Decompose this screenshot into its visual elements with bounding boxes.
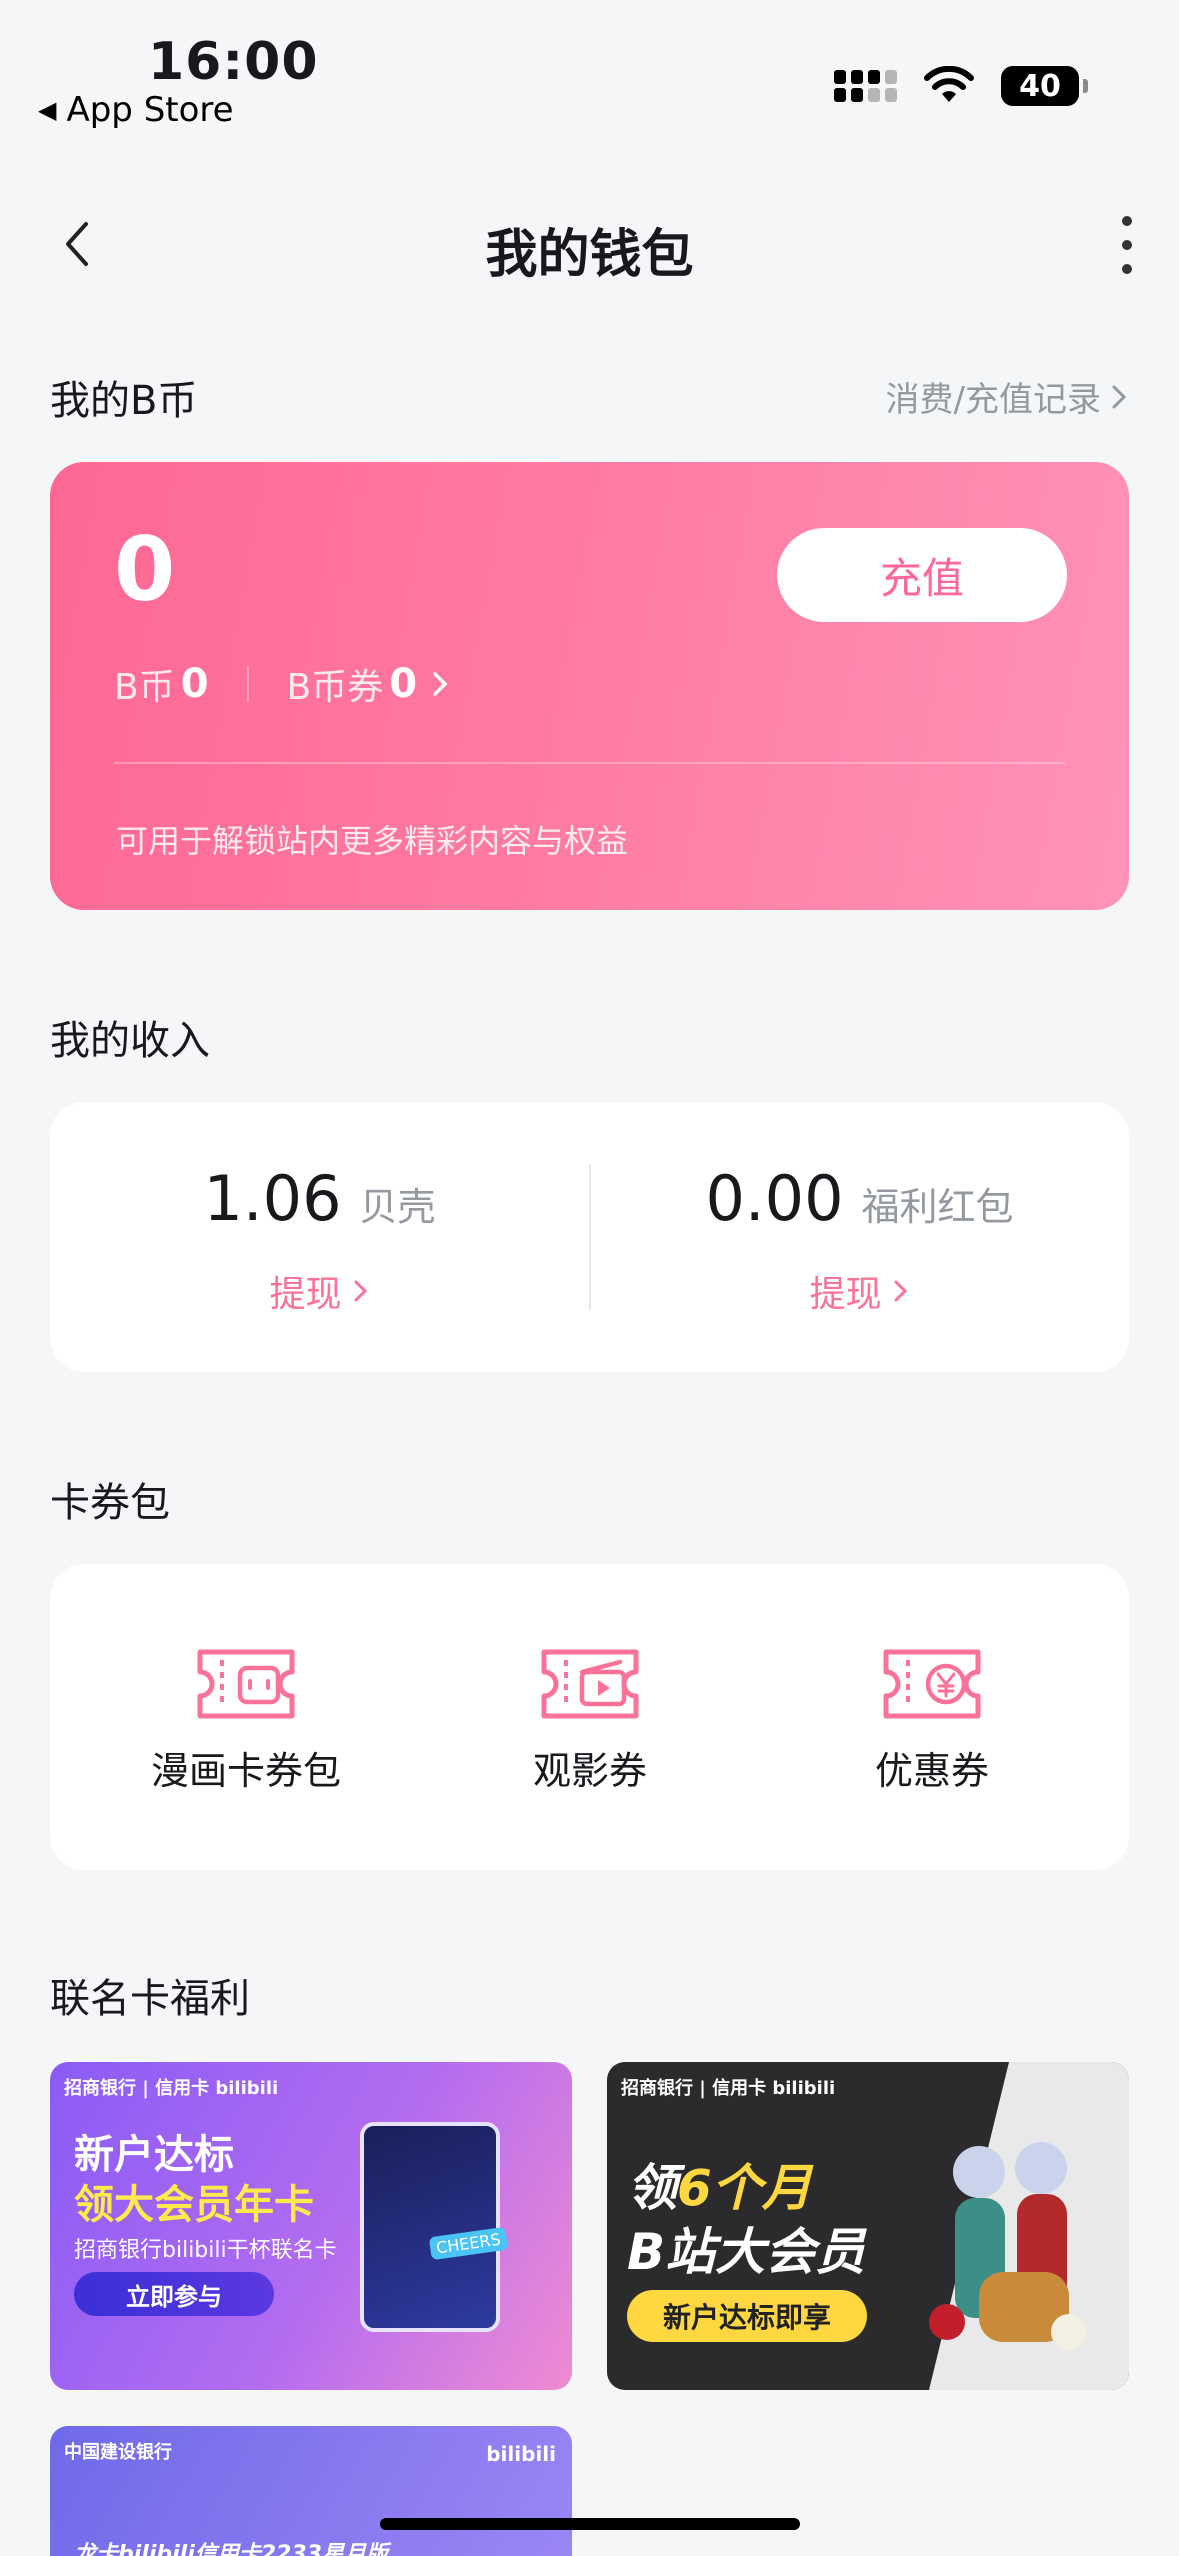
records-link-label: 消费/充值记录 bbox=[885, 380, 1101, 420]
coupon-yen-icon bbox=[883, 1649, 981, 1719]
bcoin-value: 0 bbox=[180, 661, 209, 707]
headline-highlight: 6个月 bbox=[677, 2159, 812, 2217]
voucher-section-title: 卡券包 bbox=[50, 1480, 170, 1526]
bcoin-voucher-value: 0 bbox=[389, 661, 418, 707]
banner-cmb-annual[interactable]: 招商银行 | 信用卡 bilibili 新户达标 领大会员年卡 招商银行bili… bbox=[50, 2062, 572, 2390]
shells-unit: 贝壳 bbox=[359, 1185, 436, 1229]
withdraw-shells-button[interactable]: 提现 bbox=[269, 1265, 369, 1317]
wifi-icon bbox=[924, 66, 974, 102]
card-divider bbox=[114, 762, 1065, 764]
movie-ticket-icon bbox=[541, 1649, 639, 1719]
status-time: 16:00 bbox=[148, 32, 319, 92]
bcoin-voucher-label: B币券 bbox=[286, 667, 384, 708]
wallet-page: 16:00 ◀ App Store 40 我的钱包 我的B币 消费/充值记录 0… bbox=[0, 0, 1179, 2556]
income-item-shells: 1.06 贝壳 提现 bbox=[50, 1162, 589, 1317]
income-item-redpacket: 0.00 福利红包 提现 bbox=[590, 1162, 1129, 1317]
status-indicators: 40 bbox=[834, 66, 1088, 106]
bcoin-label: B币 bbox=[114, 667, 175, 708]
voucher-label: 漫画卡券包 bbox=[150, 1749, 341, 1793]
cellular-signal-icon bbox=[834, 70, 897, 102]
shells-amount: 1.06 bbox=[203, 1162, 342, 1235]
bcoin-voucher-link[interactable]: B币券 0 bbox=[287, 658, 456, 710]
banner-ccb-card[interactable]: 中国建设银行 bilibili 龙卡bilibili信用卡2233星月版 bbox=[50, 2426, 572, 2556]
withdraw-label: 提现 bbox=[809, 1274, 882, 1315]
nav-bar: 我的钱包 bbox=[0, 200, 1179, 290]
coin-breakdown: B币 0 B币券 0 bbox=[114, 658, 455, 710]
voucher-label: 观影券 bbox=[532, 1749, 647, 1793]
page-title: 我的钱包 bbox=[485, 225, 694, 285]
voucher-card: 漫画卡券包 观影券 优惠券 bbox=[50, 1564, 1129, 1870]
coins-section-title: 我的B币 bbox=[50, 378, 198, 424]
voucher-item-comic[interactable]: 漫画卡券包 bbox=[76, 1646, 416, 1795]
back-triangle-icon: ◀ bbox=[38, 96, 57, 124]
new-user-benefit-button[interactable]: 新户达标即享 bbox=[627, 2290, 867, 2342]
home-indicator bbox=[380, 2518, 800, 2530]
credit-card-image bbox=[360, 2122, 500, 2332]
banner-headline-1: 领6个月 bbox=[627, 2148, 812, 2220]
income-card: 1.06 贝壳 提现 0.00 福利红包 提现 bbox=[50, 1102, 1129, 1372]
banner-headline-2: B站大会员 bbox=[627, 2223, 866, 2281]
recharge-button[interactable]: 充值 bbox=[777, 528, 1067, 622]
banner-headline: 龙卡bilibili信用卡2233星月版 bbox=[74, 2542, 388, 2556]
voucher-item-coupon[interactable]: 优惠券 bbox=[762, 1646, 1102, 1795]
banner-bank-header: 中国建设银行 bbox=[64, 2442, 172, 2463]
voucher-label: 优惠券 bbox=[874, 1749, 989, 1793]
comic-ticket-icon bbox=[197, 1649, 295, 1719]
redpacket-unit: 福利红包 bbox=[861, 1185, 1014, 1229]
banner-subtitle: 招商银行bilibili干杯联名卡 bbox=[74, 2238, 337, 2263]
banner-bank-header: 招商银行 | 信用卡 bilibili bbox=[621, 2078, 836, 2099]
back-to-app-store[interactable]: ◀ App Store bbox=[38, 90, 234, 130]
chevron-right-icon bbox=[1112, 385, 1127, 408]
coin-description: 可用于解锁站内更多精彩内容与权益 bbox=[116, 822, 629, 860]
headline-prefix: 领 bbox=[627, 2159, 677, 2217]
cobrand-section-title: 联名卡福利 bbox=[50, 1976, 250, 2022]
chevron-right-icon bbox=[433, 672, 448, 696]
battery-icon: 40 bbox=[1001, 66, 1088, 106]
coin-balance: 0 bbox=[114, 518, 176, 621]
banner-cmb-6-months[interactable]: 招商银行 | 信用卡 bilibili 领6个月 B站大会员 新户达标即享 bbox=[607, 2062, 1129, 2390]
banner-bank-header: 招商银行 | 信用卡 bilibili bbox=[64, 2078, 279, 2099]
voucher-item-movie[interactable]: 观影券 bbox=[420, 1646, 760, 1795]
chevron-right-icon bbox=[354, 1280, 367, 1302]
join-now-button[interactable]: 立即参与 bbox=[74, 2272, 274, 2316]
divider bbox=[246, 666, 249, 702]
coin-card: 0 充值 B币 0 B币券 0 可用于解锁站内更多精彩内容与权益 bbox=[50, 462, 1129, 910]
bilibili-logo: bilibili bbox=[486, 2442, 556, 2466]
income-section-title: 我的收入 bbox=[50, 1018, 210, 1064]
records-link[interactable]: 消费/充值记录 bbox=[886, 372, 1129, 421]
back-app-label: App Store bbox=[66, 90, 234, 130]
redpacket-amount: 0.00 bbox=[705, 1162, 844, 1235]
withdraw-label: 提现 bbox=[269, 1274, 342, 1315]
anime-characters-illustration bbox=[929, 2142, 1087, 2350]
banner-headline-2: 领大会员年卡 bbox=[74, 2182, 314, 2228]
chevron-right-icon bbox=[894, 1280, 907, 1302]
more-menu-icon[interactable] bbox=[1115, 216, 1139, 274]
withdraw-redpacket-button[interactable]: 提现 bbox=[809, 1265, 909, 1317]
